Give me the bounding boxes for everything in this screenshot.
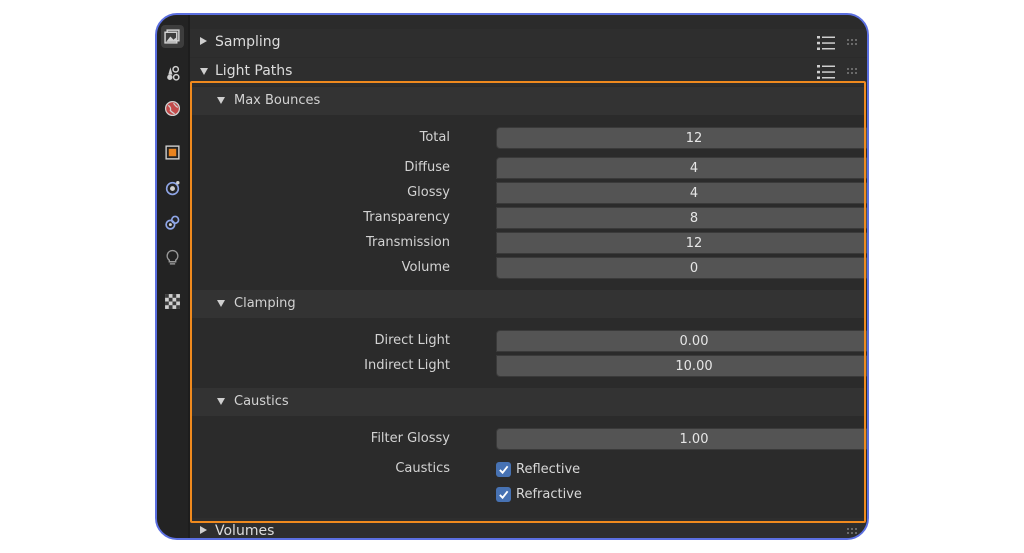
object-icon	[165, 145, 180, 160]
volume-label: Volume	[401, 260, 450, 275]
light-paths-panel-header[interactable]: Light Paths	[190, 58, 867, 86]
render-tab[interactable]	[161, 25, 184, 48]
volumes-panel-header[interactable]: Volumes	[190, 518, 867, 539]
expanded-arrow-icon	[217, 300, 225, 307]
tool-tab[interactable]	[161, 61, 184, 84]
sampling-label: Sampling	[215, 34, 281, 50]
drag-handle-icon[interactable]	[847, 68, 857, 74]
light-icon	[166, 249, 179, 265]
drag-handle-icon[interactable]	[847, 528, 857, 534]
expanded-arrow-icon	[217, 97, 225, 104]
checkmark-icon	[499, 465, 509, 474]
volumes-label: Volumes	[215, 523, 275, 539]
transmission-bounces-field[interactable]: 12	[496, 232, 867, 254]
refractive-checkbox[interactable]	[496, 486, 511, 502]
total-bounces-field[interactable]: 12	[496, 127, 867, 149]
drag-handle-icon[interactable]	[847, 39, 857, 45]
object-tab[interactable]	[161, 141, 184, 164]
collapsed-arrow-icon	[200, 526, 207, 534]
volume-bounces-field[interactable]: 0	[496, 257, 867, 279]
render-icon	[164, 29, 180, 44]
glossy-bounces-field[interactable]: 4	[496, 182, 867, 204]
reflective-checkbox-row[interactable]: Reflective	[496, 459, 580, 479]
filter-glossy-field[interactable]: 1.00	[496, 428, 867, 450]
reflective-label: Reflective	[516, 461, 581, 477]
caustics-subpanel-header[interactable]: Caustics	[192, 388, 865, 416]
light-tab[interactable]	[161, 246, 184, 269]
expanded-arrow-icon	[217, 398, 225, 405]
presets-list-icon[interactable]	[817, 35, 835, 51]
expanded-arrow-icon	[200, 68, 208, 75]
world-icon	[164, 100, 181, 117]
transparency-bounces-field[interactable]: 8	[496, 207, 867, 229]
indirect-light-label: Indirect Light	[364, 358, 450, 373]
transparency-label: Transparency	[363, 210, 450, 225]
properties-content: Sampling Light Paths Max Bounces Total 1…	[190, 15, 867, 538]
properties-editor: Sampling Light Paths Max Bounces Total 1…	[155, 13, 869, 540]
texture-icon	[165, 294, 180, 309]
indirect-light-field[interactable]: 10.00	[496, 355, 867, 377]
presets-list-icon[interactable]	[817, 64, 835, 80]
properties-tab-bar	[157, 15, 188, 538]
sampling-panel-header[interactable]: Sampling	[190, 29, 867, 57]
direct-light-field[interactable]: 0.00	[496, 330, 867, 352]
physics-icon	[165, 181, 180, 196]
diffuse-label: Diffuse	[404, 160, 450, 175]
max-bounces-subpanel-header[interactable]: Max Bounces	[192, 87, 865, 115]
texture-tab[interactable]	[161, 290, 184, 313]
glossy-label: Glossy	[407, 185, 450, 200]
light-paths-label: Light Paths	[215, 63, 293, 79]
refractive-label: Refractive	[516, 486, 582, 502]
refractive-checkbox-row[interactable]: Refractive	[496, 484, 582, 504]
constraints-tab[interactable]	[161, 211, 184, 234]
caustics-label: Caustics	[395, 461, 450, 476]
clamping-subpanel-header[interactable]: Clamping	[192, 290, 865, 318]
checkmark-icon	[499, 490, 509, 499]
caustics-header-label: Caustics	[234, 394, 289, 409]
reflective-checkbox[interactable]	[496, 461, 511, 477]
collapsed-arrow-icon	[200, 37, 207, 45]
direct-light-label: Direct Light	[374, 333, 451, 348]
diffuse-bounces-field[interactable]: 4	[496, 157, 867, 179]
transmission-label: Transmission	[366, 235, 450, 250]
physics-tab[interactable]	[161, 176, 184, 199]
max-bounces-label: Max Bounces	[234, 93, 321, 108]
world-tab[interactable]	[161, 97, 184, 120]
total-label: Total	[419, 130, 450, 145]
clamping-label: Clamping	[234, 296, 296, 311]
constraints-icon	[165, 215, 180, 230]
filter-glossy-label: Filter Glossy	[370, 431, 450, 446]
tool-icon	[167, 65, 180, 81]
